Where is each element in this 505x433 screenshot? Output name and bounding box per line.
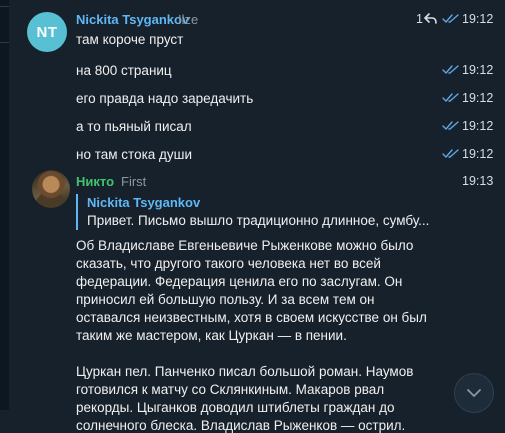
message-line: приносил ей большую пользу. И за всем те… xyxy=(76,292,375,307)
chat-list-edge xyxy=(0,0,9,410)
message-line: федерации. Федерация ценила его по заслу… xyxy=(76,274,403,289)
message-text: но там стока души xyxy=(76,147,193,162)
message-line: готовился к матчу со Склянкиным. Макаров… xyxy=(76,382,385,397)
message-line: сказать, что другого такого человека нет… xyxy=(76,256,381,271)
avatar-initials: NT xyxy=(36,23,58,41)
message-time: 19:13 xyxy=(462,174,494,188)
message-text: там короче пруст xyxy=(76,32,184,47)
sender-rank: First xyxy=(121,174,147,189)
reply-count[interactable]: 1 xyxy=(416,12,423,26)
chat-history: NT Nickita Tsygankov Ilze 1 там короче п… xyxy=(0,0,505,433)
message-time: 19:12 xyxy=(462,63,494,77)
sender-rank: Ilze xyxy=(178,12,199,27)
sender-name[interactable]: Никто xyxy=(76,174,114,189)
double-check-icon xyxy=(442,14,459,23)
message-time: 19:12 xyxy=(462,119,494,133)
message-line: Об Владиславе Евгеньевиче Рыженкове можн… xyxy=(76,238,414,253)
message-time: 19:12 xyxy=(462,91,494,105)
message-line: таким же мастером, как Цуркан — в пении. xyxy=(76,328,347,343)
reply-arrow-icon[interactable] xyxy=(424,13,437,24)
scroll-down-button[interactable] xyxy=(454,373,494,413)
sender-name[interactable]: Nickita Tsygankov xyxy=(76,12,189,27)
double-check-icon xyxy=(442,121,459,130)
chevron-down-icon xyxy=(467,389,481,397)
quote-text: Привет. Письмо вышло традиционно длинное… xyxy=(87,213,430,228)
message-line: солнечного блеска. Владислав Рыженков — … xyxy=(76,418,406,433)
message-time: 19:12 xyxy=(462,12,494,26)
message-line: Цуркан пел. Панченко писал большой роман… xyxy=(76,364,414,379)
avatar-nikto[interactable] xyxy=(32,170,70,208)
quote-author: Nickita Tsygankov xyxy=(87,195,201,210)
message-text: его правда надо зaредачить xyxy=(76,91,254,106)
message-line: рекорды. Цыганков доводил штиблеты гражд… xyxy=(76,400,395,415)
double-check-icon xyxy=(442,93,459,102)
double-check-icon xyxy=(442,149,459,158)
double-check-icon xyxy=(442,65,459,74)
message-time: 19:12 xyxy=(462,147,494,161)
avatar-nickita[interactable]: NT xyxy=(27,12,67,52)
message-line: оставался неизвестным, хотя в своем иску… xyxy=(76,310,427,325)
reply-quote[interactable]: Nickita Tsygankov Привет. Письмо вышло т… xyxy=(76,194,458,230)
message-text: а то пьяный писал xyxy=(76,119,192,134)
message-text: на 800 страниц xyxy=(76,63,172,78)
